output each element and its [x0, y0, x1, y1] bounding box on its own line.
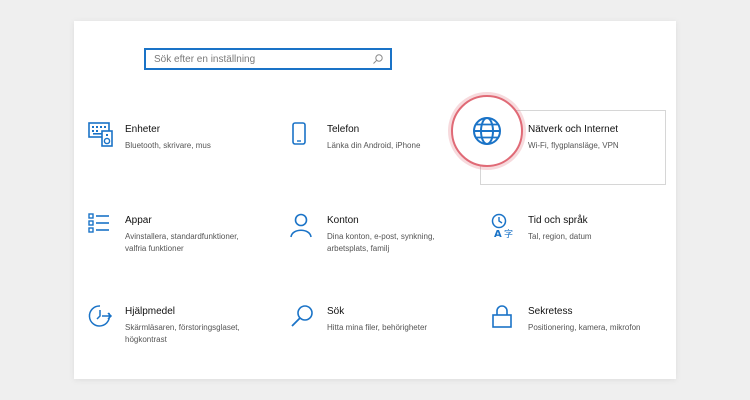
- search-placeholder: Sök efter en inställning: [154, 54, 256, 65]
- tile-title: Telefon: [327, 124, 360, 135]
- globe-icon: [473, 117, 501, 145]
- tile-title: Nätverk och Internet: [528, 124, 619, 135]
- tile-description: Bluetooth, skrivare, mus: [125, 141, 211, 150]
- tile-description: Hitta mina filer, behörigheter: [327, 323, 428, 332]
- tile-apps[interactable]: Appar Avinstallera, standardfunktioner, …: [88, 213, 278, 283]
- tile-privacy[interactable]: Sekretess Positionering, kamera, mikrofo…: [491, 304, 681, 374]
- tile-search[interactable]: Sök Hitta mina filer, behörigheter: [290, 304, 480, 374]
- tile-title: Sekretess: [528, 306, 573, 317]
- settings-panel: Sök efter en inställning Enheter Bluetoo…: [74, 21, 676, 379]
- search-magnifier-icon: [291, 305, 313, 327]
- tile-title: Enheter: [125, 124, 161, 135]
- lock-icon: [492, 305, 512, 328]
- search-input[interactable]: Sök efter en inställning: [144, 48, 392, 70]
- tile-description: Skärmläsaren, förstoringsglaset, högkont…: [125, 323, 240, 344]
- tile-description: Tal, region, datum: [528, 232, 592, 241]
- accessibility-icon: [88, 305, 113, 327]
- tile-description: Positionering, kamera, mikrofon: [528, 323, 641, 332]
- tile-title: Sök: [327, 306, 345, 317]
- tile-devices[interactable]: Enheter Bluetooth, skrivare, mus: [88, 122, 278, 192]
- tile-accounts[interactable]: Konton Dina konton, e-post, synkning, ar…: [290, 213, 480, 283]
- time-language-icon: A 字: [491, 213, 513, 239]
- search-icon: [373, 54, 383, 64]
- apps-list-icon: [88, 213, 109, 233]
- person-icon: [290, 213, 312, 238]
- tile-description: Dina konton, e-post, synkning, arbetspla…: [327, 232, 435, 253]
- keyboard-icon: [88, 122, 113, 147]
- tile-title: Konton: [327, 215, 359, 226]
- tile-description: Avinstallera, standardfunktioner, valfri…: [125, 232, 239, 253]
- network-highlight-circle[interactable]: [451, 95, 523, 167]
- svg-text:A: A: [494, 229, 502, 239]
- tile-title: Appar: [125, 215, 152, 226]
- tile-title: Hjälpmedel: [125, 306, 176, 317]
- tile-description: Wi-Fi, flygplansläge, VPN: [528, 141, 619, 150]
- phone-icon: [292, 122, 306, 145]
- tile-accessibility[interactable]: Hjälpmedel Skärmläsaren, förstoringsglas…: [88, 304, 278, 374]
- tile-title: Tid och språk: [528, 215, 588, 226]
- tile-time-language[interactable]: A 字 Tid och språk Tal, region, datum: [491, 213, 681, 283]
- svg-text:字: 字: [504, 228, 513, 239]
